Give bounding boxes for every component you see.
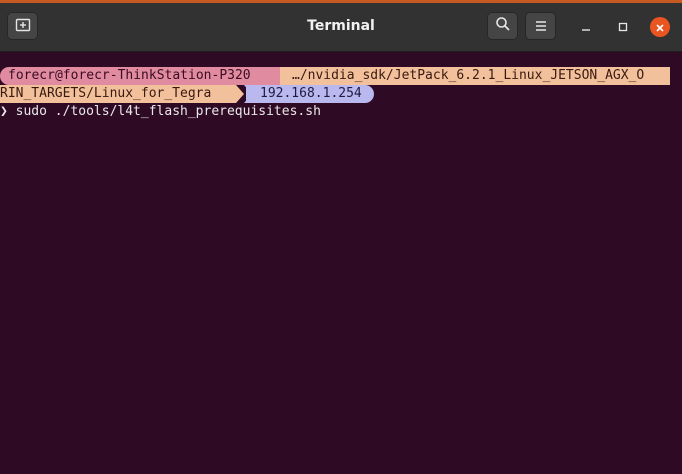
title-bar-accent [0,0,682,3]
search-button[interactable] [487,12,518,40]
prompt-ip-address: 192.168.1.254 [246,85,374,103]
menu-button[interactable] [525,12,556,40]
command-text: sudo ./tools/l4t_flash_prerequisites.sh [15,104,321,119]
maximize-button[interactable] [613,16,633,36]
terminal-output[interactable]: forecr@forecr-ThinkStation-P320 …/nvidia… [0,52,670,474]
scrollbar[interactable] [670,52,682,474]
hamburger-menu-icon [534,17,548,36]
minimize-button[interactable] [576,16,596,36]
search-icon [495,16,511,36]
title-bar[interactable]: Terminal [0,0,682,52]
terminal-window: Terminal forecr@forecr-ThinkStation-P320… [0,0,682,474]
new-tab-button[interactable] [7,12,38,40]
close-button[interactable] [650,17,670,37]
prompt-separator [236,85,244,103]
close-icon [655,18,665,37]
prompt-path-line1: …/nvidia_sdk/JetPack_6.2.1_Linux_JETSON_… [280,67,670,85]
new-tab-icon [15,17,31,36]
prompt-char: ❯ [0,104,8,119]
maximize-icon [618,17,628,36]
prompt-path-line2: RIN_TARGETS/Linux_for_Tegra [0,85,236,103]
prompt-user-host: forecr@forecr-ThinkStation-P320 [0,67,280,85]
command-line[interactable]: ❯ sudo ./tools/l4t_flash_prerequisites.s… [0,103,321,121]
minimize-icon [581,17,591,36]
